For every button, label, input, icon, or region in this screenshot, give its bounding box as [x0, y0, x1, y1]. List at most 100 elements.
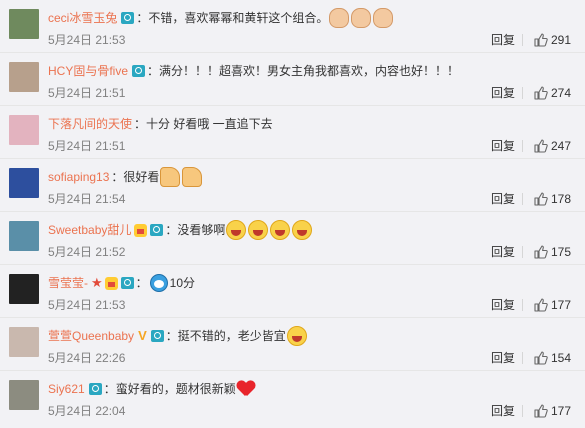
divider: [522, 193, 523, 205]
avatar[interactable]: [9, 9, 39, 39]
comment-row: sofiaping13 ：很好看 5月24日 21:54 回复 178: [0, 159, 585, 212]
divider: [522, 299, 523, 311]
thumbs-up-icon: [534, 86, 548, 100]
comment-timestamp: 5月24日 21:54: [48, 192, 126, 206]
username-link[interactable]: sofiaping13: [48, 168, 109, 186]
laugh-emoji-icon: [226, 220, 247, 240]
like-button[interactable]: 175: [534, 243, 571, 261]
comment-list: ceci冰雪玉兔 ：不错，喜欢幂幂和黄轩这个组合。 5月24日 21:53 回复 291…: [0, 0, 585, 428]
reply-button[interactable]: 回复: [491, 138, 515, 154]
reply-button[interactable]: 回复: [491, 403, 515, 419]
divider: [522, 405, 523, 417]
comment-body: HCY固与骨five ：满分！！！超喜欢！男女主角我都喜欢，内容也好！！！: [48, 62, 575, 80]
avatar[interactable]: [9, 327, 39, 357]
camera-badge-icon[interactable]: [150, 224, 164, 236]
comment-body: sofiaping13 ：很好看: [48, 167, 575, 187]
comment-text: ：十分 好看哦 一直追下去: [134, 117, 273, 131]
reply-button[interactable]: 回复: [491, 350, 515, 366]
laugh-emoji-icon: [248, 220, 269, 240]
comment-timestamp: 5月24日 21:51: [48, 139, 126, 153]
reply-button[interactable]: 回复: [491, 191, 515, 207]
thumbs-up-icon: [534, 33, 548, 47]
clap-emoji-icon: [329, 8, 350, 28]
thumbs-up-icon: [534, 351, 548, 365]
avatar[interactable]: [9, 115, 39, 145]
clap-emoji-icon: [351, 8, 372, 28]
like-button[interactable]: 178: [534, 190, 571, 208]
comment-row: Siy621 ：蛮好看的，题材很新颖 5月24日 22:04 回复 177: [0, 371, 585, 424]
clap-emoji-icon: [373, 8, 394, 28]
divider: [522, 140, 523, 152]
username-link[interactable]: Siy621: [48, 380, 85, 398]
avatar[interactable]: [9, 221, 39, 251]
comment-body: ceci冰雪玉兔 ：不错，喜欢幂幂和黄轩这个组合。: [48, 8, 575, 28]
comment-text: ：没看够啊: [165, 223, 226, 237]
comment-timestamp: 5月24日 21:52: [48, 245, 126, 259]
vip-crown-icon[interactable]: [134, 223, 148, 237]
comment-text: ：不错，喜欢幂幂和黄轩这个组合。: [136, 11, 329, 25]
thumb-emoji-icon: [160, 167, 181, 187]
vip-crown-icon[interactable]: [104, 276, 118, 290]
avatar[interactable]: [9, 168, 39, 198]
comment-body: 萱萱Queenbaby V ：挺不错的，老少皆宜: [48, 326, 575, 346]
username-link[interactable]: HCY固与骨five: [48, 62, 128, 80]
avatar[interactable]: [9, 380, 39, 410]
username-link[interactable]: ceci冰雪玉兔: [48, 9, 117, 27]
comment-body: Sweetbaby甜儿 ：没看够啊: [48, 220, 575, 240]
username-link[interactable]: 雪莹莹-: [48, 274, 88, 292]
comment-text-after: 10分: [169, 276, 196, 290]
camera-badge-icon[interactable]: [121, 12, 135, 24]
like-count: 247: [550, 139, 571, 153]
username-link[interactable]: 下落凡间的天使: [48, 115, 132, 133]
thumbs-up-icon: [534, 298, 548, 312]
comment-text: ：满分！！！超喜欢！男女主角我都喜欢，内容也好！！！: [147, 64, 460, 78]
like-button[interactable]: 154: [534, 349, 571, 367]
reply-button[interactable]: 回复: [491, 32, 515, 48]
laugh-emoji-icon: [286, 326, 307, 346]
comment-text: ：蛮好看的，题材很新颖: [103, 382, 236, 396]
thumbs-up-icon: [534, 139, 548, 153]
like-count: 274: [550, 86, 571, 100]
comment-timestamp: 5月24日 22:04: [48, 404, 126, 418]
thumbs-up-icon: [534, 245, 548, 259]
like-button[interactable]: 274: [534, 84, 571, 102]
doraemon-emoji-icon: [149, 274, 168, 292]
like-button[interactable]: 291: [534, 31, 571, 49]
avatar[interactable]: [9, 274, 39, 304]
comment-row: ceci冰雪玉兔 ：不错，喜欢幂幂和黄轩这个组合。 5月24日 21:53 回复 291: [0, 0, 585, 53]
heart-emoji-icon: [237, 381, 255, 397]
comment-row: Sweetbaby甜儿 ：没看够啊 5月24日 21:52 回复 175: [0, 212, 585, 265]
like-count: 177: [550, 298, 571, 312]
verified-v-icon[interactable]: V: [138, 327, 147, 345]
like-button[interactable]: 177: [534, 402, 571, 420]
comment-row: 下落凡间的天使 ：十分 好看哦 一直追下去 5月24日 21:51 回复 247: [0, 106, 585, 159]
like-count: 175: [550, 245, 571, 259]
comment-body: Siy621 ：蛮好看的，题材很新颖: [48, 380, 575, 398]
like-button[interactable]: 177: [534, 296, 571, 314]
reply-button[interactable]: 回复: [491, 244, 515, 260]
comment-timestamp: 5月24日 22:26: [48, 351, 126, 365]
username-link[interactable]: 萱萱Queenbaby: [48, 327, 134, 345]
like-count: 178: [550, 192, 571, 206]
thumbs-up-icon: [534, 192, 548, 206]
comment-body: 雪莹莹- ★ ： 10分: [48, 274, 575, 292]
camera-badge-icon[interactable]: [150, 330, 164, 342]
camera-badge-icon[interactable]: [132, 65, 146, 77]
comment-text: ：很好看: [111, 170, 160, 184]
divider: [522, 246, 523, 258]
divider: [522, 87, 523, 99]
reply-button[interactable]: 回复: [491, 85, 515, 101]
star-icon[interactable]: ★: [91, 274, 103, 292]
username-link[interactable]: Sweetbaby甜儿: [48, 221, 131, 239]
comment-row: HCY固与骨five ：满分！！！超喜欢！男女主角我都喜欢，内容也好！！！ 5月24…: [0, 53, 585, 106]
like-button[interactable]: 247: [534, 137, 571, 155]
camera-badge-icon[interactable]: [120, 277, 134, 289]
laugh-emoji-icon: [270, 220, 291, 240]
comment-timestamp: 5月24日 21:53: [48, 33, 126, 47]
camera-badge-icon[interactable]: [88, 383, 102, 395]
comment-row: 萱萱Queenbaby V ：挺不错的，老少皆宜 5月24日 22:26 回复 154: [0, 318, 585, 371]
divider: [522, 352, 523, 364]
like-count: 177: [550, 404, 571, 418]
avatar[interactable]: [9, 62, 39, 92]
reply-button[interactable]: 回复: [491, 297, 515, 313]
